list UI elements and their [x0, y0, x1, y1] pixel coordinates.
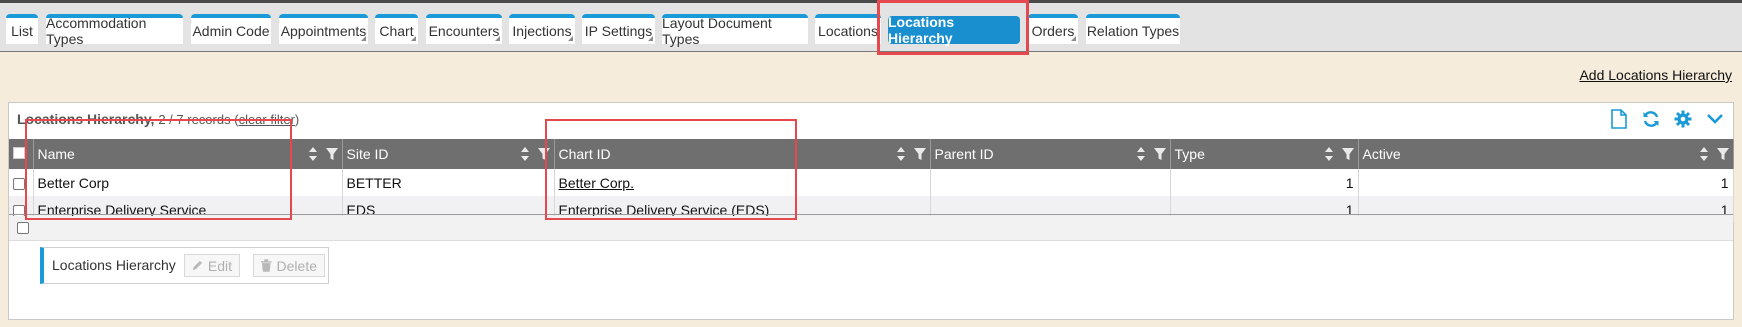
column-header-name[interactable]: Name — [33, 139, 343, 169]
submenu-corner-icon — [1071, 36, 1076, 41]
tab-ip-settings[interactable]: IP Settings — [582, 14, 655, 44]
edit-button[interactable]: Edit — [184, 254, 240, 277]
clear-filter-link[interactable]: clear filter — [239, 112, 295, 127]
action-bar-label: Locations Hierarchy — [52, 257, 176, 273]
refresh-icon[interactable] — [1641, 109, 1661, 129]
row-checkbox[interactable] — [13, 177, 25, 190]
tab-injections[interactable]: Injections — [509, 14, 575, 44]
panel-title-text: Locations Hierarchy, — [17, 111, 155, 127]
tab-list[interactable]: List — [6, 14, 38, 44]
tab-bar: List Accommodation Types Admin Code Appo… — [0, 3, 1742, 52]
sort-icon[interactable] — [1136, 147, 1146, 161]
record-count: 2 / 7 records (clear filter) — [158, 112, 300, 127]
table-footer — [9, 216, 1733, 241]
tab-label: Layout Document Types — [662, 15, 772, 47]
tab-accommodation-types[interactable]: Accommodation Types — [46, 14, 183, 47]
tab-label: Orders — [1031, 23, 1075, 39]
tab-label: IP Settings — [584, 23, 653, 39]
column-label: Parent ID — [934, 146, 994, 162]
tab-locations-hierarchy[interactable]: Locations Hierarchy — [888, 14, 1020, 46]
row-select-cell[interactable] — [9, 169, 34, 196]
column-label: Name — [37, 146, 75, 162]
table-footer-divider — [9, 214, 1733, 215]
tab-layout-document-types[interactable]: Layout Document Types — [662, 14, 808, 47]
document-icon[interactable] — [1609, 109, 1629, 129]
cell-parent-id — [930, 169, 1171, 196]
trash-icon — [261, 259, 272, 272]
tab-label: List — [11, 23, 33, 39]
tab-relation-types[interactable]: Relation Types — [1086, 14, 1180, 44]
tab-label: Locations — [818, 23, 878, 39]
tab-admin-code[interactable]: Admin Code — [191, 14, 271, 44]
tab-label: Chart — [379, 23, 414, 39]
tab-label: Admin Code — [192, 23, 270, 39]
grid-panel: Locations Hierarchy, 2 / 7 records (clea… — [8, 102, 1734, 320]
add-locations-hierarchy-link[interactable]: Add Locations Hierarchy — [1579, 67, 1732, 83]
column-label: Chart ID — [558, 146, 611, 162]
filter-icon[interactable] — [1716, 147, 1729, 161]
edit-button-label: Edit — [207, 257, 232, 274]
tab-encounters[interactable]: Encounters — [426, 14, 502, 44]
submenu-corner-icon — [411, 36, 416, 41]
gear-icon[interactable] — [1673, 109, 1693, 129]
column-label: Active — [1362, 146, 1401, 162]
tab-orders[interactable]: Orders — [1028, 14, 1078, 44]
select-all-header[interactable] — [9, 139, 34, 169]
filter-icon[interactable] — [1341, 147, 1354, 161]
submenu-corner-icon — [361, 36, 366, 41]
delete-button[interactable]: Delete — [253, 254, 325, 277]
cell-active: 1 — [1358, 169, 1734, 196]
delete-button-label: Delete — [276, 257, 317, 274]
select-all-checkbox[interactable] — [13, 147, 25, 159]
column-header-chart-id[interactable]: Chart ID — [554, 139, 931, 169]
submenu-corner-icon — [495, 36, 500, 41]
column-header-parent-id[interactable]: Parent ID — [930, 139, 1171, 169]
chart-id-link[interactable]: Better Corp. — [559, 175, 634, 191]
tab-label: Injections — [512, 23, 572, 39]
sort-icon[interactable] — [308, 147, 318, 161]
tab-locations[interactable]: Locations — [815, 14, 881, 44]
submenu-corner-icon — [568, 36, 573, 41]
filter-icon[interactable] — [325, 147, 338, 161]
tab-appointments[interactable]: Appointments — [279, 14, 368, 44]
cell-site-id: BETTER — [342, 169, 555, 196]
footer-select-checkbox[interactable] — [17, 222, 29, 234]
submenu-corner-icon — [648, 36, 653, 41]
cell-chart-id: Better Corp. — [554, 169, 931, 196]
cell-name: Better Corp — [33, 169, 343, 196]
column-label: Site ID — [346, 146, 389, 162]
sort-icon[interactable] — [520, 147, 530, 161]
panel-toolbar — [1609, 109, 1725, 129]
sort-icon[interactable] — [896, 147, 906, 161]
table-row[interactable]: Better Corp BETTER Better Corp. 1 1 — [9, 169, 1734, 196]
action-bar: Locations Hierarchy Edit Delete — [40, 247, 329, 284]
chevron-down-icon[interactable] — [1705, 109, 1725, 129]
record-count-text: 2 / 7 records — [158, 112, 231, 127]
tab-chart[interactable]: Chart — [375, 14, 418, 44]
sort-icon[interactable] — [1699, 147, 1709, 161]
filter-icon[interactable] — [1153, 147, 1166, 161]
filter-icon[interactable] — [913, 147, 926, 161]
tab-label: Relation Types — [1086, 23, 1180, 39]
tab-label: Appointments — [280, 23, 367, 39]
pencil-icon — [192, 260, 203, 271]
cell-type: 1 — [1170, 169, 1359, 196]
tab-label: Locations Hierarchy — [888, 14, 955, 46]
column-label: Type — [1174, 146, 1205, 162]
sort-icon[interactable] — [1324, 147, 1334, 161]
tab-label: Encounters — [428, 23, 500, 39]
locations-hierarchy-table: Name Site ID Chart ID Parent ID Type Act… — [9, 139, 1734, 223]
column-header-active[interactable]: Active — [1358, 139, 1734, 169]
column-header-site-id[interactable]: Site ID — [342, 139, 555, 169]
column-header-type[interactable]: Type — [1170, 139, 1359, 169]
panel-title: Locations Hierarchy, 2 / 7 records (clea… — [17, 111, 299, 127]
filter-icon[interactable] — [537, 147, 550, 161]
tab-label: Accommodation Types — [46, 15, 147, 47]
table-header-row: Name Site ID Chart ID Parent ID Type Act… — [9, 139, 1734, 169]
